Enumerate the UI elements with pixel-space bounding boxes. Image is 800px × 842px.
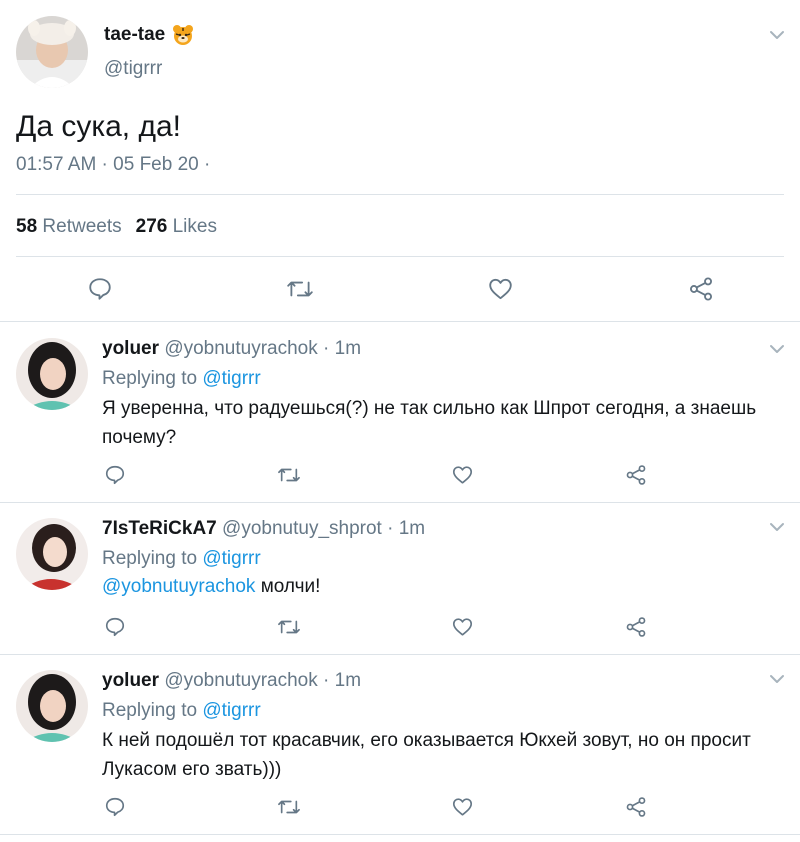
display-name[interactable]: 7IsTeRiCkA7 <box>102 518 217 539</box>
display-name[interactable]: yoluer <box>102 338 159 359</box>
reply-header: yoluer @yobnutuyrachok · 1m <box>102 670 361 692</box>
like-button[interactable] <box>487 276 514 302</box>
like-button[interactable] <box>451 616 474 638</box>
share-button[interactable] <box>688 276 714 302</box>
replying-to: Replying to @tigrrr <box>102 548 261 569</box>
divider <box>16 256 784 257</box>
chevron-down-icon[interactable] <box>768 340 786 358</box>
chevron-down-icon[interactable] <box>768 518 786 536</box>
retweet-button[interactable] <box>286 276 314 302</box>
retweet-icon <box>278 620 300 634</box>
share-button[interactable] <box>625 796 647 818</box>
share-icon <box>626 465 646 485</box>
chevron-down-icon[interactable] <box>768 26 786 44</box>
avatar[interactable] <box>16 518 88 590</box>
heart-icon <box>452 798 473 816</box>
handle[interactable]: @yobnutuy_shprot <box>222 518 382 539</box>
heart-icon <box>452 466 473 484</box>
retweet-button[interactable] <box>277 464 301 486</box>
handle[interactable]: @yobnutuyrachok <box>164 670 317 691</box>
handle[interactable]: @yobnutuyrachok <box>164 338 317 359</box>
retweet-icon <box>278 468 300 482</box>
handle[interactable]: @tigrrr <box>104 58 162 80</box>
share-button[interactable] <box>625 616 647 638</box>
heart-icon <box>489 278 512 300</box>
reply-button[interactable] <box>104 796 126 818</box>
divider <box>16 194 784 195</box>
replying-to-link[interactable]: @tigrrr <box>202 368 260 389</box>
tweet-timestamp: 01:57 AM · 05 Feb 20 · <box>16 154 211 175</box>
reply-icon <box>105 797 125 817</box>
avatar[interactable] <box>16 16 88 88</box>
divider <box>0 502 800 503</box>
like-button[interactable] <box>451 464 474 486</box>
reply-button[interactable] <box>104 464 126 486</box>
replying-to: Replying to @tigrrr <box>102 700 261 721</box>
reply-button[interactable] <box>87 276 113 302</box>
divider <box>0 654 800 655</box>
reply-header: yoluer @yobnutuyrachok · 1m <box>102 338 361 360</box>
share-button[interactable] <box>625 464 647 486</box>
avatar[interactable] <box>16 338 88 410</box>
tweet-stats: 58 Retweets 276 Likes <box>16 216 217 238</box>
tiger-emoji <box>172 24 194 46</box>
display-name[interactable]: tae-tae <box>104 24 165 46</box>
share-icon <box>626 617 646 637</box>
reply-icon <box>105 465 125 485</box>
avatar[interactable] <box>16 670 88 742</box>
chevron-down-icon[interactable] <box>768 670 786 688</box>
reply-time: · 1m <box>323 670 362 691</box>
like-button[interactable] <box>451 796 474 818</box>
retweets-stat[interactable]: 58 Retweets <box>16 216 122 237</box>
reply-text: @yobnutuyrachok молчи! <box>102 576 321 597</box>
replying-to-link[interactable]: @tigrrr <box>202 548 260 569</box>
reply-time: · 1m <box>323 338 362 359</box>
retweet-icon <box>287 281 313 297</box>
heart-icon <box>452 618 473 636</box>
reply-icon <box>105 617 125 637</box>
share-icon <box>690 277 712 301</box>
reply-button[interactable] <box>104 616 126 638</box>
reply-time: · 1m <box>387 518 426 539</box>
retweet-icon <box>278 800 300 814</box>
reply-header: 7IsTeRiCkA7 @yobnutuy_shprot · 1m <box>102 518 425 540</box>
reply-icon <box>89 278 111 300</box>
retweet-button[interactable] <box>277 616 301 638</box>
tweet-text: Да сука, да! <box>16 110 181 143</box>
display-name[interactable]: yoluer <box>102 670 159 691</box>
divider <box>0 834 800 835</box>
likes-stat[interactable]: 276 Likes <box>136 216 217 237</box>
divider <box>0 321 800 322</box>
reply-text: К ней подошёл тот красавчик, его оказыва… <box>102 730 751 780</box>
retweet-button[interactable] <box>277 796 301 818</box>
replying-to: Replying to @tigrrr <box>102 368 261 389</box>
mention-link[interactable]: @yobnutuyrachok <box>102 576 255 597</box>
reply-text: Я уверенна, что радуешься(?) не так силь… <box>102 398 757 448</box>
share-icon <box>626 797 646 817</box>
replying-to-link[interactable]: @tigrrr <box>202 700 260 721</box>
